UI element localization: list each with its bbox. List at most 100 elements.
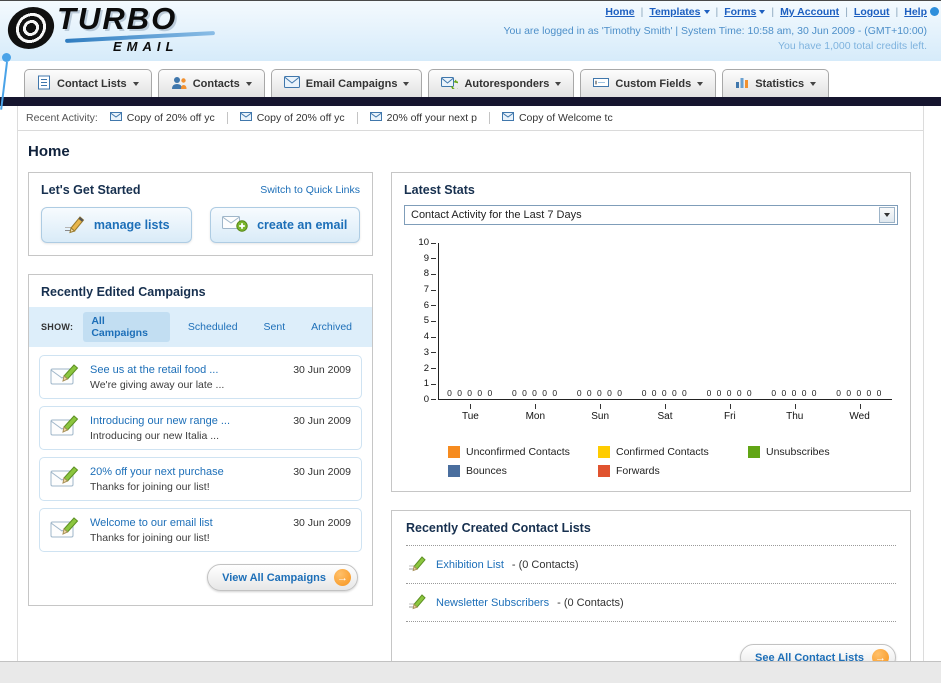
recent-activity-item[interactable]: Copy of 20% off yc bbox=[239, 112, 358, 124]
create-email-button[interactable]: create an email bbox=[209, 207, 360, 243]
campaign-row[interactable]: Introducing our new range ... Introducin… bbox=[39, 406, 362, 450]
email-campaigns-icon bbox=[283, 76, 300, 91]
legend-item: Confirmed Contacts bbox=[598, 446, 748, 458]
envelope-pencil-icon bbox=[50, 361, 80, 393]
recent-activity-item[interactable]: 20% off your next p bbox=[369, 112, 490, 124]
tab-statistics[interactable]: Statistics bbox=[722, 69, 830, 97]
point-label-group: 0 0 0 0 0 bbox=[836, 388, 883, 398]
envelope-pencil-icon bbox=[50, 514, 80, 546]
y-tick: 4 bbox=[424, 332, 436, 342]
chart-y-axis: 10 9 8 7 6 5 4 3 2 1 0 bbox=[404, 238, 436, 405]
manage-lists-button[interactable]: manage lists bbox=[41, 207, 192, 243]
logo-subtitle: EMAIL bbox=[113, 39, 179, 54]
campaign-title-link[interactable]: 20% off your next purchase bbox=[90, 466, 283, 478]
contact-list-link[interactable]: Newsletter Subscribers bbox=[436, 597, 549, 609]
manage-lists-label: manage lists bbox=[93, 218, 170, 232]
chevron-down-icon bbox=[703, 10, 710, 14]
page-body: Recent Activity: Copy of 20% off yc Copy… bbox=[17, 106, 924, 683]
filter-tab-all-campaigns[interactable]: All Campaigns bbox=[83, 312, 170, 342]
activity-item-label: Copy of 20% off yc bbox=[126, 112, 215, 124]
chevron-down-icon bbox=[759, 10, 766, 14]
tab-contact-lists[interactable]: Contact Lists bbox=[24, 69, 152, 97]
x-tick-label: Sat bbox=[633, 404, 698, 422]
legend-swatch bbox=[748, 446, 760, 458]
tab-custom-fields[interactable]: Custom Fields bbox=[580, 69, 717, 97]
chart-plot-area bbox=[438, 243, 892, 400]
legend-item: Forwards bbox=[598, 465, 748, 477]
top-link-forms[interactable]: Forms bbox=[724, 6, 766, 18]
app-logo[interactable]: TURBO EMAIL bbox=[5, 3, 216, 54]
legend-label: Forwards bbox=[616, 465, 660, 477]
switch-quick-links-link[interactable]: Switch to Quick Links bbox=[260, 184, 360, 196]
x-tick-label: Thu bbox=[762, 404, 827, 422]
view-all-campaigns-button[interactable]: View All Campaigns → bbox=[207, 564, 358, 591]
campaign-subtitle: Thanks for joining our list! bbox=[90, 480, 210, 493]
envelope-pencil-icon bbox=[50, 463, 80, 495]
point-label-group: 0 0 0 0 0 bbox=[447, 388, 494, 398]
nav-underline-bar bbox=[0, 97, 941, 106]
campaign-row[interactable]: See us at the retail food ... We're givi… bbox=[39, 355, 362, 399]
tab-label: Email Campaigns bbox=[305, 77, 398, 90]
decoration-antenna-dot bbox=[2, 53, 11, 62]
decoration-antenna bbox=[0, 53, 11, 110]
chevron-down-icon bbox=[810, 81, 817, 86]
top-link-home[interactable]: Home bbox=[605, 6, 634, 18]
top-link-label: Forms bbox=[724, 6, 757, 18]
top-link-my-account[interactable]: My Account bbox=[780, 6, 839, 18]
tab-autoresponders[interactable]: Autoresponders bbox=[428, 69, 575, 97]
tab-contacts[interactable]: Contacts bbox=[157, 69, 265, 97]
legend-swatch bbox=[598, 446, 610, 458]
tab-label: Autoresponders bbox=[464, 77, 550, 90]
contact-list-row[interactable]: Newsletter Subscribers - (0 Contacts) bbox=[406, 584, 896, 622]
top-link-templates[interactable]: Templates bbox=[649, 6, 710, 18]
chart-x-axis: Tue Mon Sun Sat Fri Thu Wed bbox=[438, 404, 892, 422]
view-all-campaigns-label: View All Campaigns bbox=[222, 571, 326, 584]
filter-tab-sent[interactable]: Sent bbox=[256, 318, 294, 336]
left-column: Let's Get Started Switch to Quick Links … bbox=[28, 172, 373, 606]
top-link-logout[interactable]: Logout bbox=[854, 6, 890, 18]
contact-lists-icon bbox=[37, 75, 51, 93]
campaign-title-link[interactable]: Welcome to our email list bbox=[90, 517, 283, 529]
campaigns-panel-title: Recently Edited Campaigns bbox=[41, 285, 206, 299]
app-window: TURBO EMAIL Home | Templates | Forms | M… bbox=[0, 0, 941, 683]
recent-campaigns-panel: Recently Edited Campaigns SHOW: All Camp… bbox=[28, 274, 373, 606]
contact-list-count: - (0 Contacts) bbox=[557, 596, 624, 609]
campaign-row[interactable]: Welcome to our email list Thanks for joi… bbox=[39, 508, 362, 552]
decoration-dot bbox=[930, 7, 939, 16]
contact-list-row[interactable]: Exhibition List - (0 Contacts) bbox=[406, 546, 896, 584]
y-tick: 1 bbox=[424, 379, 436, 389]
decoration-antenna-line bbox=[0, 61, 8, 110]
filter-tab-archived[interactable]: Archived bbox=[303, 318, 360, 336]
right-column: Latest Stats Contact Activity for the La… bbox=[391, 172, 911, 683]
top-link-help[interactable]: Help bbox=[904, 6, 927, 18]
legend-label: Unconfirmed Contacts bbox=[466, 446, 570, 458]
recent-activity-label: Recent Activity: bbox=[26, 112, 98, 124]
stats-period-value: Contact Activity for the Last 7 Days bbox=[411, 209, 582, 221]
x-tick-label: Sun bbox=[568, 404, 633, 422]
recent-activity-item[interactable]: Copy of Welcome tc bbox=[501, 112, 625, 124]
point-label-group: 0 0 0 0 0 bbox=[511, 388, 559, 398]
campaign-title-link[interactable]: See us at the retail food ... bbox=[90, 364, 283, 376]
main-content: Home Let's Get Started Switch to Quick L… bbox=[18, 131, 923, 683]
stats-period-select[interactable]: Contact Activity for the Last 7 Days bbox=[404, 205, 898, 225]
top-link-label: Templates bbox=[649, 6, 701, 18]
y-tick: 2 bbox=[424, 363, 436, 374]
legend-swatch bbox=[448, 446, 460, 458]
campaign-row[interactable]: 20% off your next purchase Thanks for jo… bbox=[39, 457, 362, 501]
legend-item: Bounces bbox=[448, 465, 598, 477]
logo-text: TURBO EMAIL bbox=[57, 3, 216, 54]
create-email-label: create an email bbox=[257, 218, 348, 232]
contact-list-link[interactable]: Exhibition List bbox=[436, 559, 504, 571]
tab-email-campaigns[interactable]: Email Campaigns bbox=[270, 69, 423, 97]
logo-swirl-icon bbox=[5, 7, 57, 49]
legend-label: Unsubscribes bbox=[766, 446, 830, 458]
legend-label: Bounces bbox=[466, 465, 507, 477]
point-label-group: 0 0 0 0 0 bbox=[576, 388, 624, 398]
x-tick-label: Mon bbox=[503, 404, 568, 422]
filter-tab-scheduled[interactable]: Scheduled bbox=[180, 318, 246, 336]
tab-label: Contacts bbox=[192, 77, 240, 90]
campaign-text: Introducing our new range ... Introducin… bbox=[90, 415, 283, 442]
y-tick: 7 bbox=[424, 285, 436, 295]
recent-activity-item[interactable]: Copy of 20% off yc bbox=[109, 112, 228, 124]
campaign-title-link[interactable]: Introducing our new range ... bbox=[90, 415, 283, 427]
